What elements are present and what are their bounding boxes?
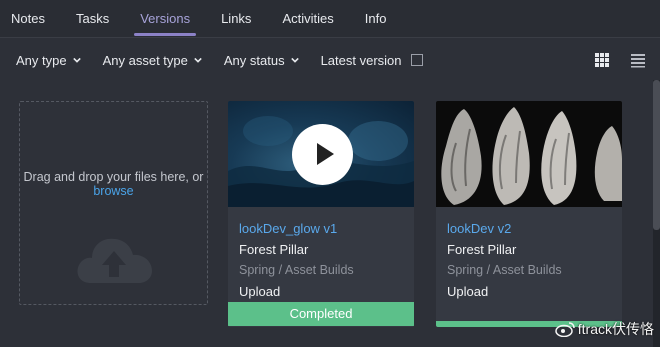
play-button[interactable] — [292, 124, 353, 185]
watermark-text: ftrack伏传恪 — [577, 321, 654, 337]
grid-view-icon[interactable] — [594, 52, 610, 68]
tab-versions[interactable]: Versions — [134, 0, 196, 38]
view-toggle — [594, 52, 646, 68]
tab-notes[interactable]: Notes — [11, 0, 45, 38]
status-bar-completed: Completed — [228, 302, 414, 326]
upload-drop-zone[interactable]: Drag and drop your files here, or browse — [19, 101, 208, 305]
version-path: Spring / Asset Builds — [447, 263, 562, 277]
latest-version-checkbox[interactable] — [410, 54, 423, 66]
version-name-link[interactable]: lookDev_glow v1 — [239, 221, 414, 242]
cloud-upload-icon — [77, 238, 152, 283]
version-entity: Forest Pillar — [447, 242, 517, 257]
version-path: Spring / Asset Builds — [239, 263, 354, 277]
tab-info[interactable]: Info — [365, 0, 387, 38]
tab-links[interactable]: Links — [221, 0, 251, 38]
type-filter-dropdown[interactable]: Any type — [16, 53, 81, 68]
watermark: ftrack伏传恪 — [555, 319, 654, 339]
version-card[interactable]: lookDev_glow v1 Forest Pillar Spring / A… — [228, 101, 414, 327]
version-thumbnail-image[interactable] — [436, 101, 622, 207]
stone-artifacts-image — [441, 107, 622, 205]
drop-zone-text: Drag and drop your files here, or browse — [20, 170, 207, 198]
play-icon — [317, 143, 334, 165]
chevron-down-icon — [194, 57, 202, 63]
asset-type-filter-dropdown[interactable]: Any asset type — [103, 53, 202, 68]
weibo-logo-icon — [555, 322, 575, 337]
status-filter-label: Any status — [223, 52, 285, 68]
version-entity: Forest Pillar — [239, 242, 309, 257]
version-name-link[interactable]: lookDev v2 — [447, 221, 622, 242]
scrollbar-thumb[interactable] — [653, 80, 660, 230]
chevron-down-icon — [290, 57, 299, 63]
tab-tasks[interactable]: Tasks — [76, 0, 109, 38]
filter-bar: Any type Any asset type Any status Lates… — [0, 39, 660, 81]
browse-link[interactable]: browse — [93, 184, 133, 198]
version-card[interactable]: lookDev v2 Forest Pillar Spring / Asset … — [436, 101, 622, 327]
chevron-down-icon — [72, 57, 81, 63]
drop-zone-message: Drag and drop your files here, or — [23, 170, 204, 184]
latest-version-toggle[interactable]: Latest version — [321, 53, 423, 68]
version-details: lookDev_glow v1 Forest Pillar Spring / A… — [228, 207, 414, 305]
status-filter-dropdown[interactable]: Any status — [224, 53, 299, 68]
asset-type-filter-label: Any asset type — [102, 52, 188, 68]
type-filter-label: Any type — [16, 52, 67, 68]
detail-tab-bar: Notes Tasks Versions Links Activities In… — [0, 0, 660, 38]
list-view-icon[interactable] — [630, 52, 646, 68]
tab-activities[interactable]: Activities — [282, 0, 333, 38]
version-details: lookDev v2 Forest Pillar Spring / Asset … — [436, 207, 622, 305]
version-action: Upload — [447, 284, 489, 299]
version-thumbnail-video[interactable] — [228, 101, 414, 207]
latest-version-label: Latest version — [320, 52, 402, 68]
